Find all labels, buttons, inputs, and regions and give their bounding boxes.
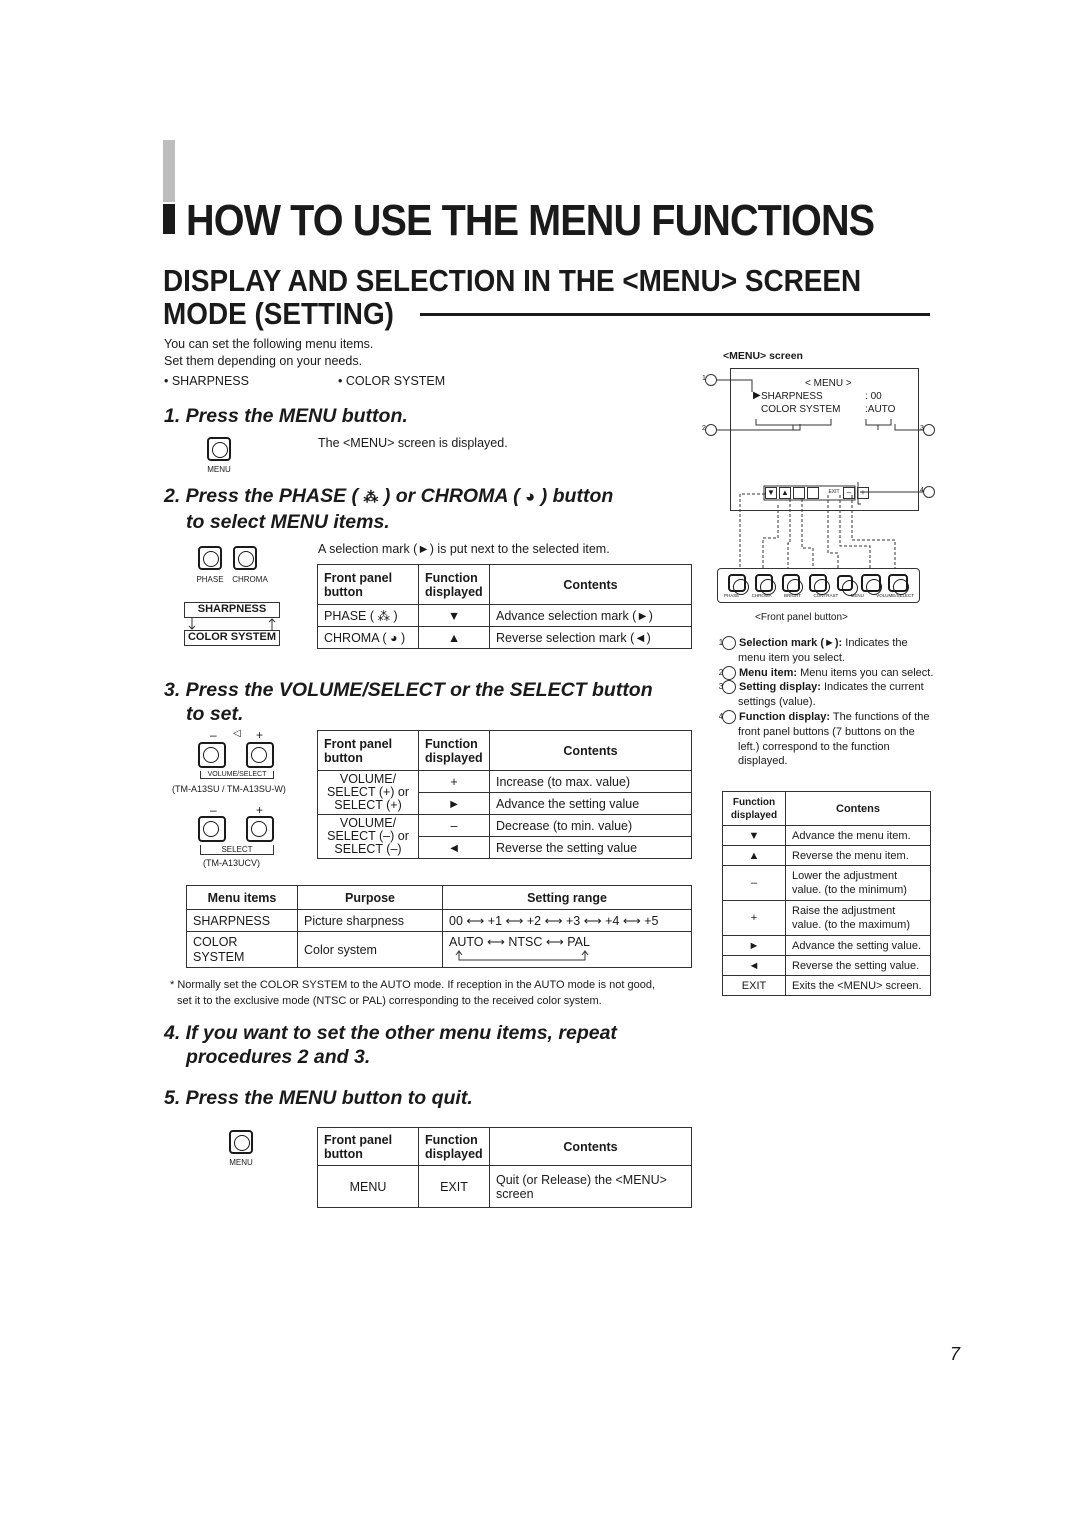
select-minus-button-icon (198, 816, 226, 842)
table-row: ► Advance the setting value. (722, 935, 931, 956)
title-accent-grey (163, 140, 175, 202)
step5-title: 5. Press the MENU button to quit. (164, 1087, 473, 1109)
page-title: HOW TO USE THE MENU FUNCTIONS (186, 196, 875, 245)
front-panel-diagram: PHASE CHROMA BRIGHT CONTRAST MENU VOLUME… (717, 568, 920, 603)
volume-select-label: VOLUME/SELECT (200, 771, 274, 779)
legend: 1 Selection mark (►): Indicates the menu … (718, 636, 937, 769)
menu-button-icon (207, 437, 231, 461)
group1-models: (TM-A13SU / TM-A13SU-W) (172, 784, 286, 794)
panel-chroma-button (755, 574, 776, 595)
panel-volume-plus-button (888, 574, 909, 595)
volume-icon: ◁ (233, 728, 241, 739)
front-panel-caption: <Front panel button> (755, 612, 848, 623)
table-row: VOLUME/ SELECT (+) or SELECT (+) + Incre… (317, 770, 692, 815)
legend-item: 4 Function display: The functions of the … (718, 710, 930, 768)
panel-contrast-button (809, 574, 830, 595)
chroma-button-label: CHROMA (232, 575, 268, 584)
step5-table: Front panel button Function displayed Co… (317, 1127, 692, 1208)
title-accent-black (163, 204, 175, 234)
select-label: SELECT (200, 845, 274, 855)
page-number: 7 (950, 1344, 961, 1364)
section-rule (420, 313, 930, 316)
minus-mark: – (210, 728, 217, 742)
volume-minus-button-icon (198, 742, 226, 768)
volume-plus-button-icon (246, 742, 274, 768)
table-row: EXIT Exits the <MENU> screen. (722, 975, 931, 996)
cycle-item-sharpness: SHARPNESS (184, 602, 280, 618)
callout-lines (705, 374, 935, 568)
group2-models: (TM-A13UCV) (203, 858, 261, 868)
step4-title: 4. If you want to set the other menu ite… (164, 1022, 617, 1068)
step1-desc: The <MENU> screen is displayed. (318, 436, 508, 450)
step1-title: 1. Press the MENU button. (164, 405, 408, 427)
footnote: * Normally set the COLOR SYSTEM to the A… (170, 979, 656, 1007)
phase-icon: ⁂ (363, 489, 379, 506)
bullet-color-system: • COLOR SYSTEM (338, 374, 446, 388)
cycle-arrows-icon (188, 618, 276, 630)
panel-bright-button (782, 574, 803, 595)
panel-phase-button (728, 574, 749, 595)
step2-title: 2. Press the PHASE ( ⁂ ) or CHROMA ( ◕ )… (164, 485, 614, 533)
wraparound-arrow-icon (455, 950, 589, 961)
bullet-sharpness: • SHARPNESS (164, 374, 249, 388)
phase-button-icon (198, 546, 222, 570)
select-plus-button-icon (246, 816, 274, 842)
table-row: + Raise the adjustment value. (to the max… (722, 900, 931, 936)
table-row: ▼ Advance the menu item. (722, 825, 931, 846)
chroma-button-icon (233, 546, 257, 570)
step2-table: Front panel button Function displayed Co… (317, 564, 692, 649)
step3-table: Front panel button Function displayed Co… (317, 730, 692, 859)
legend-item: 3 Setting display: Indicates the current … (718, 680, 924, 709)
panel-volume-minus-button (861, 574, 882, 595)
chroma-icon: ◕ (525, 487, 536, 506)
plus-mark: + (256, 728, 264, 742)
section-title: DISPLAY AND SELECTION IN THE <MENU> SCRE… (163, 263, 862, 331)
step3-title: 3. Press the VOLUME/SELECT or the SELECT… (164, 679, 653, 725)
menu-button-label: MENU (207, 465, 231, 474)
panel-menu-button (837, 575, 858, 596)
menu-screen-caption: <MENU> screen (723, 350, 803, 362)
function-table: Function displayed Contens ▼ Advance the … (722, 791, 931, 996)
table-row: ◄ Reverse the setting value. (722, 955, 931, 976)
legend-item: 2 Menu item: Menu items you can select. (718, 665, 934, 680)
table-row: SHARPNESS Picture sharpness 00 ⟷ +1 ⟷ +2… (186, 909, 692, 932)
table-row: COLOR SYSTEM Color system AUTO ⟷ NTSC ⟷ … (186, 931, 692, 968)
table-row: – Lower the adjustment value. (to the min… (722, 865, 931, 901)
table-row: CHROMA ( ◕ ) ▲ Reverse selection mark (◄… (317, 626, 692, 649)
table-row: VOLUME/ SELECT (–) or SELECT (–) – Decre… (317, 814, 692, 859)
table-row: MENU EXIT Quit (or Release) the <MENU> s… (317, 1165, 692, 1208)
cycle-item-color-system: COLOR SYSTEM (184, 630, 280, 646)
step2-desc: A selection mark (►) is put next to the … (318, 542, 610, 556)
table-row: PHASE ( ⁂ ) ▼ Advance selection mark (►) (317, 604, 692, 627)
phase-button-label: PHASE (196, 575, 224, 584)
menu-quit-button-label: MENU (229, 1158, 253, 1167)
legend-item: 1 Selection mark (►): Indicates the menu … (718, 636, 908, 664)
menu-items-table: Menu items Purpose Setting range SHARPNE… (186, 885, 692, 968)
menu-quit-button-icon (229, 1130, 253, 1154)
table-row: ▲ Reverse the menu item. (722, 845, 931, 866)
intro-text: You can set the following menu items. Se… (164, 337, 374, 368)
